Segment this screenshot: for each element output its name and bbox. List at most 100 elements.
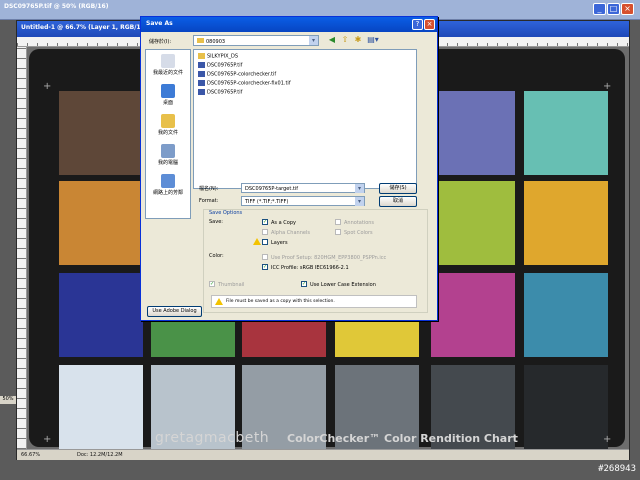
file-name: DSC09765P.tif [207,62,243,69]
chevron-down-icon[interactable]: ▾ [309,36,318,45]
dialog-controls: ? × [411,19,435,30]
desktop-icon [161,84,175,98]
lower-case-extension-label: Use Lower Case Extension [310,282,376,288]
up-folder-icon[interactable]: ⇧ [340,35,350,45]
dialog-titlebar[interactable]: Save As [141,17,437,32]
format-label: Format: [199,198,219,204]
folder-icon [197,38,204,43]
save-button[interactable]: 儲存(S) [379,183,417,194]
file-name: SILKYPIX_DS [207,53,239,60]
tif-file-icon [198,80,205,86]
as-copy-label: As a Copy [271,220,296,226]
alpha-channels-label: Alpha Channels [271,230,310,236]
folder-icon [198,53,205,59]
close-icon[interactable]: × [424,19,435,30]
registration-mark-icon: + [43,81,52,92]
minimize-icon[interactable]: _ [593,3,606,15]
list-item[interactable]: SILKYPIX_DS [198,53,238,60]
warning-icon [253,238,261,245]
file-list[interactable]: SILKYPIX_DS DSC09765P.tif DSC09765P-colo… [193,49,417,189]
document-title: Untitled-1 @ 66.7% (Layer 1, RGB/16) [21,24,148,31]
format-select[interactable]: TIFF (*.TIF;*.TIFF) ▾ [241,196,365,206]
file-name: DSC09765P.tif [207,89,243,96]
help-icon[interactable]: ? [412,19,423,30]
close-icon[interactable]: × [621,3,634,15]
chevron-down-icon[interactable]: ▾ [355,197,364,206]
place-my-documents[interactable]: 我的文件 [146,114,190,136]
place-my-computer[interactable]: 我的電腦 [146,144,190,166]
new-folder-icon[interactable]: ✱ [353,35,363,45]
list-item[interactable]: DSC09765P.tif [198,62,242,69]
view-menu-icon[interactable]: ▤▾ [366,35,380,45]
list-item[interactable]: DSC09765P-colorchecker-fix01.tif [198,80,291,87]
zoom-level[interactable]: 66.67% [21,452,40,458]
dialog-toolbar: ◀ ⇧ ✱ ▤▾ [327,35,383,45]
color-label: Color: [209,253,224,259]
use-proof-setup-label: Use Proof Setup: 820HGM_EPP3800_PSPPn.ic… [271,255,387,261]
side-zoom-level: 50% [0,396,16,404]
tif-file-icon [198,62,205,68]
list-item[interactable]: DSC09765P.tif [198,89,242,96]
chart-name: ColorChecker™ Color Rendition Chart [287,432,518,445]
annotations-label: Annotations [344,220,375,226]
registration-mark-icon: + [43,434,52,445]
cancel-button[interactable]: 取消 [379,196,417,207]
spot-colors-checkbox[interactable] [335,229,341,235]
tif-file-icon [198,89,205,95]
place-recent[interactable]: 我最近的文件 [146,54,190,76]
back-icon[interactable]: ◀ [327,35,337,45]
filename-label: 檔名(N): [199,186,219,192]
use-proof-setup-checkbox[interactable] [262,254,268,260]
thumbnail-checkbox[interactable]: ✓ [209,281,215,287]
doc-size: Doc: 12.2M/12.2M [77,452,123,458]
color-patch [524,91,608,175]
save-as-dialog: Save As ? × 儲存於(I): 080903 ▾ ◀ ⇧ ✱ ▤▾ 我最近的文件… [140,16,438,321]
chevron-down-icon[interactable]: ▾ [355,184,364,193]
save-in-label: 儲存於(I): [149,39,172,45]
tif-file-icon [198,71,205,77]
color-patch [59,365,143,449]
format-value: TIFF (*.TIF;*.TIFF) [245,199,289,205]
layers-checkbox[interactable] [262,239,268,245]
color-patch [59,181,143,265]
icc-profile-checkbox[interactable]: ✓ [262,264,268,270]
warning-icon [215,298,223,305]
save-in-value: 080903 [206,39,226,45]
use-adobe-dialog-button[interactable]: Use Adobe Dialog [147,306,202,317]
background-window-title: DSC09765P.tif @ 50% (RGB/16) [4,3,109,10]
maximize-icon[interactable]: □ [607,3,620,15]
dialog-title: Save As [146,20,173,27]
alpha-channels-checkbox[interactable] [262,229,268,235]
watermark: #268943 [598,464,636,474]
lower-case-extension-checkbox[interactable]: ✓ [301,281,307,287]
color-patch [524,181,608,265]
place-label: 網路上的芳鄰 [152,190,183,196]
background-window-controls: _ □ × [592,3,634,15]
save-options-title: Save Options [209,210,243,216]
status-bar: 66.67% Doc: 12.2M/12.2M [17,449,629,460]
color-patch [524,365,608,449]
file-name: DSC09765P-colorchecker-fix01.tif [207,80,291,87]
thumbnail-label: Thumbnail [218,282,245,288]
save-in-select[interactable]: 080903 ▾ [193,35,319,46]
file-name: DSC09765P-colorchecker.tif [207,71,277,78]
warning-text: File must be saved as a copy with this s… [226,299,335,304]
places-bar: 我最近的文件 桌面 我的文件 我的電腦 網路上的芳鄰 [145,49,191,219]
place-label: 桌面 [162,100,173,106]
layers-label: Layers [271,240,288,246]
annotations-checkbox[interactable] [335,219,341,225]
registration-mark-icon: + [603,434,612,445]
list-item[interactable]: DSC09765P-colorchecker.tif [198,71,276,78]
color-patch [431,273,515,357]
spot-colors-label: Spot Colors [344,230,373,236]
color-patch [59,91,143,175]
as-copy-checkbox[interactable]: ✓ [262,219,268,225]
place-desktop[interactable]: 桌面 [146,84,190,106]
color-patch [431,181,515,265]
color-patch [431,91,515,175]
warning-message-box: File must be saved as a copy with this s… [211,295,417,308]
filename-field[interactable]: DSC09765P-target.tif ▾ [241,183,365,193]
recent-documents-icon [161,54,175,68]
place-label: 我的電腦 [157,160,178,166]
place-network[interactable]: 網路上的芳鄰 [146,174,190,196]
